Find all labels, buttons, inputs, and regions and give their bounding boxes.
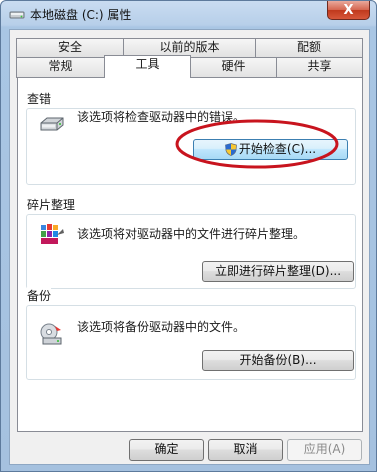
ok-button[interactable]: 确定 [129, 439, 204, 461]
apply-button[interactable]: 应用(A) [287, 439, 362, 461]
title-bar[interactable]: 本地磁盘 (C:) 属性 X [1, 1, 376, 27]
properties-window: 本地磁盘 (C:) 属性 X 安全 以前的版本 配额 常规 工具 硬件 共享 查… [0, 0, 377, 472]
backup-icon [40, 323, 62, 345]
tab-label: 常规 [48, 59, 73, 73]
uac-shield-icon [225, 143, 237, 156]
defrag-icon [41, 224, 64, 244]
tab-label: 工具 [135, 57, 160, 71]
button-label: 确定 [154, 442, 179, 456]
error-checking-group: 查错 该选项将检查驱动器中的错误。 开始检查(C)... [26, 90, 356, 185]
tab-label: 共享 [307, 59, 332, 73]
tab-sharing[interactable]: 共享 [276, 57, 363, 78]
group-title: 查错 [27, 90, 52, 107]
tab-tools[interactable]: 工具 [104, 55, 191, 78]
group-description: 该选项将检查驱动器中的错误。 [77, 110, 246, 124]
check-now-button[interactable]: 开始检查(C)... [193, 139, 348, 160]
tab-quota[interactable]: 配额 [255, 38, 363, 57]
tab-label: 以前的版本 [159, 40, 220, 54]
backup-now-button[interactable]: 开始备份(B)... [202, 350, 354, 371]
button-label: 取消 [233, 442, 258, 456]
tools-tab-panel: 查错 该选项将检查驱动器中的错误。 开始检查(C)... 碎片整理 该选项将对驱… [17, 77, 363, 432]
dialog-client-area: 安全 以前的版本 配额 常规 工具 硬件 共享 查错 该选项将检查驱动器中的错误… [9, 29, 370, 465]
tab-hardware[interactable]: 硬件 [190, 57, 277, 78]
defrag-group: 碎片整理 该选项将对驱动器中的文件进行碎片整理。 立即进行碎片整理(D)... [26, 196, 356, 289]
cancel-button[interactable]: 取消 [208, 439, 283, 461]
window-title: 本地磁盘 (C:) 属性 [30, 8, 132, 22]
close-button[interactable]: X [327, 1, 370, 20]
group-title: 碎片整理 [27, 196, 76, 213]
drive-icon [40, 117, 64, 131]
group-description: 该选项将对驱动器中的文件进行碎片整理。 [77, 227, 306, 241]
drive-icon [9, 11, 25, 19]
tab-label: 配额 [296, 40, 321, 54]
close-icon: X [343, 2, 354, 18]
tab-label: 硬件 [221, 59, 246, 73]
tab-general[interactable]: 常规 [16, 57, 105, 78]
group-description: 该选项将备份驱动器中的文件。 [77, 320, 246, 334]
button-label: 立即进行碎片整理(D)... [214, 264, 342, 278]
group-title: 备份 [27, 287, 52, 304]
defragment-now-button[interactable]: 立即进行碎片整理(D)... [202, 261, 354, 282]
backup-group: 备份 该选项将备份驱动器中的文件。 开始备份(B)... [26, 287, 356, 380]
button-label: 开始检查(C)... [238, 142, 317, 156]
button-label: 应用(A) [303, 442, 346, 456]
tab-label: 安全 [57, 40, 82, 54]
button-label: 开始备份(B)... [239, 353, 317, 367]
